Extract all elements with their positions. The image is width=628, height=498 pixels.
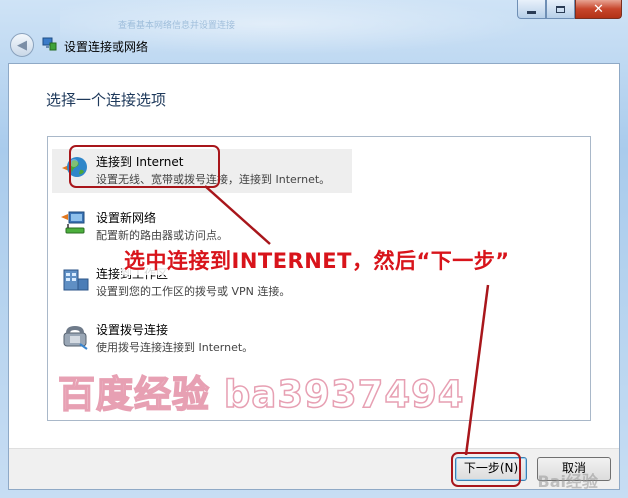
arrow-line-to-option bbox=[204, 185, 271, 245]
highlight-option-box bbox=[69, 145, 220, 188]
annotation-label: 选中连接到INTERNET，然后“下一步” bbox=[122, 245, 512, 275]
corner-watermark: Bai经验 bbox=[537, 472, 598, 491]
watermark: 百度经验 ba3937494 bbox=[57, 372, 465, 417]
highlight-next-box bbox=[451, 452, 521, 487]
arrow-line-to-next bbox=[464, 284, 490, 456]
